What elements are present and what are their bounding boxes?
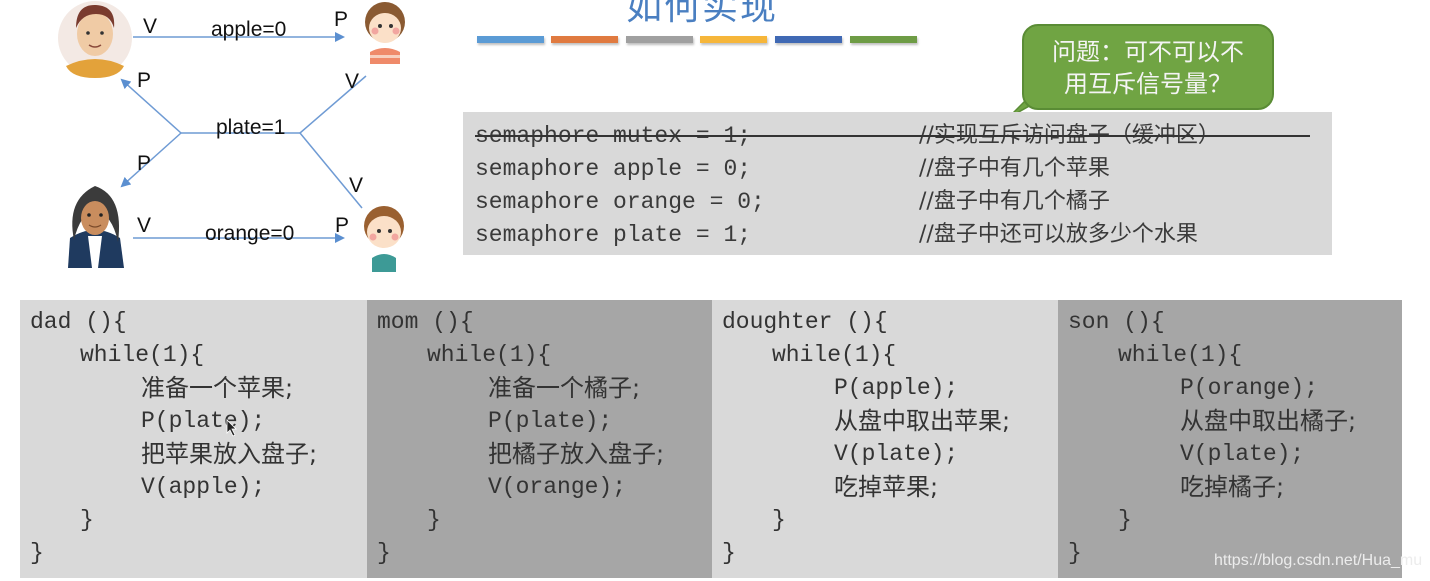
semaphore-code: semaphore orange = 0; (475, 189, 765, 215)
code-line: V(apple); (141, 474, 266, 500)
code-line: 吃掉橘子; (1180, 473, 1285, 501)
code-line: V(plate); (834, 441, 959, 467)
watermark: https://blog.csdn.net/Hua_mu (1214, 552, 1423, 569)
strikethrough-line (475, 135, 1310, 137)
son-avatar-icon (364, 206, 404, 272)
semaphore-apple-line: semaphore apple = 0; //盘子中有几个苹果 (475, 152, 1110, 185)
label-daughter-v: V (345, 70, 359, 93)
code-panel-doughter: doughter (){ while(1){ P(apple); 从盘中取出苹果… (712, 300, 1058, 578)
accent-bar-green (850, 36, 917, 43)
bubble-line-1: 问题：可不可以不 (1052, 38, 1244, 66)
code-line: while(1){ (427, 342, 552, 368)
code-panel-son: son (){ while(1){ P(orange); 从盘中取出橘子; V(… (1058, 300, 1402, 578)
label-dad-p: P (137, 69, 151, 92)
label-orange: orange=0 (205, 222, 294, 245)
semaphore-comment: //盘子中有几个橘子 (919, 189, 1110, 214)
semaphore-code: semaphore plate = 1; (475, 222, 752, 248)
semaphore-code: semaphore apple = 0; (475, 156, 752, 182)
semaphore-plate-line: semaphore plate = 1; //盘子中还可以放多少个水果 (475, 218, 1198, 251)
label-mom-p: P (137, 152, 151, 175)
code-panel-dad: dad (){ while(1){ 准备一个苹果; P(plate); 把苹果放… (20, 300, 367, 578)
label-son-p: P (335, 214, 349, 237)
question-bubble: 问题：可不可以不 用互斥信号量？ (1022, 24, 1274, 110)
semaphore-comment: //盘子中还可以放多少个水果 (919, 222, 1198, 247)
accent-bar-blue (477, 36, 544, 43)
semaphore-comment: //盘子中有几个苹果 (919, 156, 1110, 181)
code-line: while(1){ (772, 342, 897, 368)
label-dad-v: V (143, 15, 157, 38)
edge-plate-to-mom (120, 132, 182, 188)
mouse-cursor-icon (226, 419, 237, 437)
semaphore-declarations: semaphore mutex = 1;//实现互斥访问盘子（缓冲区） sema… (463, 112, 1332, 255)
edge-plate-to-dad (120, 78, 182, 134)
dad-avatar-icon (58, 1, 132, 78)
daughter-avatar-icon (365, 2, 405, 64)
code-line: 从盘中取出橘子; (1180, 407, 1357, 435)
code-line: P(orange); (1180, 375, 1319, 401)
code-line: } (30, 540, 44, 566)
code-line: dad (){ (30, 309, 127, 335)
code-panel-mom: mom (){ while(1){ 准备一个橘子; P(plate); 把橘子放… (367, 300, 712, 578)
code-line: mom (){ (377, 309, 474, 335)
code-line: V(plate); (1180, 441, 1305, 467)
label-apple: apple=0 (211, 18, 286, 41)
code-line: doughter (){ (722, 309, 888, 335)
code-line: 把苹果放入盘子; (141, 440, 318, 468)
semaphore-orange-line: semaphore orange = 0; //盘子中有几个橘子 (475, 185, 1110, 218)
code-line: 准备一个苹果; (141, 374, 294, 402)
code-line: P(plate); (141, 408, 266, 434)
bubble-line-2: 用互斥信号量？ (1064, 70, 1232, 98)
code-line: } (722, 540, 736, 566)
code-line: } (80, 507, 94, 533)
code-line: son (){ (1068, 309, 1165, 335)
pv-diagram: V apple=0 P P V plate=1 P V V orange=0 P (58, 1, 405, 272)
code-line: 把橘子放入盘子; (488, 440, 665, 468)
label-daughter-p: P (334, 8, 348, 31)
code-line: } (377, 540, 391, 566)
slide-title: 如何实现 (626, 0, 779, 28)
code-line: 吃掉苹果; (834, 473, 939, 501)
label-mom-v: V (137, 214, 151, 237)
code-line: 准备一个橘子; (488, 374, 641, 402)
accent-bar-darkblue (775, 36, 842, 43)
label-plate: plate=1 (216, 116, 285, 139)
code-line: P(apple); (834, 375, 959, 401)
code-line: while(1){ (80, 342, 205, 368)
code-line: V(orange); (488, 474, 627, 500)
code-line: } (772, 507, 786, 533)
accent-bar-yellow (700, 36, 767, 43)
code-line: } (1118, 507, 1132, 533)
code-line: P(plate); (488, 408, 613, 434)
accent-bar-orange (551, 36, 618, 43)
code-line: 从盘中取出苹果; (834, 407, 1011, 435)
code-line: while(1){ (1118, 342, 1243, 368)
code-line: } (427, 507, 441, 533)
label-son-v: V (349, 174, 363, 197)
code-line: } (1068, 540, 1082, 566)
mom-avatar-icon (68, 186, 124, 268)
accent-bar-gray (626, 36, 693, 43)
